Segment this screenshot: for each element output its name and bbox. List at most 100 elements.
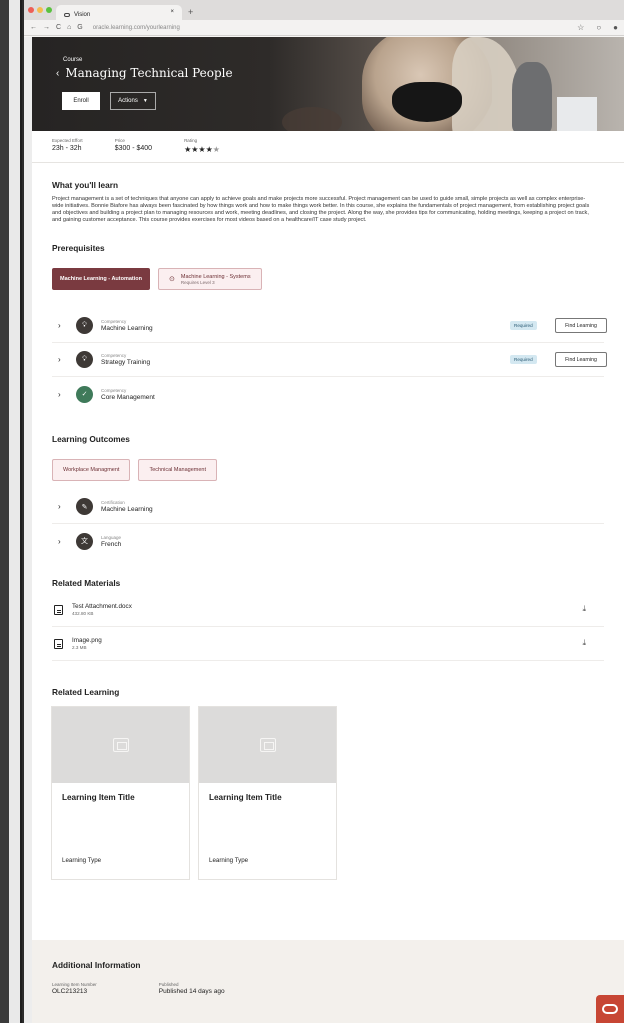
download-icon[interactable]: ⤓ xyxy=(582,638,586,648)
related-learning-cards: Learning Item Title Learning Type Learni… xyxy=(52,707,604,880)
learning-card[interactable]: Learning Item Title Learning Type xyxy=(52,707,189,880)
material-row[interactable]: Image.png 2.3 MB ⤓ xyxy=(52,627,604,662)
prereq-chip-systems[interactable]: ⊙ Machine Learning - Systems Requires Le… xyxy=(158,268,262,291)
competency-name: Machine Learning xyxy=(101,325,153,333)
bookmark-star-icon[interactable]: ☆ xyxy=(577,23,584,32)
outcome-row: › 文 Language French xyxy=(52,524,604,558)
course-title: Managing Technical People xyxy=(65,66,233,80)
competency-text: Competency Machine Learning xyxy=(101,319,153,332)
site-info-icon[interactable]: G xyxy=(77,24,82,31)
material-size: 2.3 MB xyxy=(72,645,87,651)
prerequisite-chips: Machine Learning - Automation ⊙ Machine … xyxy=(52,268,604,291)
competency-kind: Competency xyxy=(101,319,127,325)
item-number-value: OLC213213 xyxy=(52,988,88,995)
back-icon[interactable]: ‹ xyxy=(56,68,59,79)
related-learning-section: Related Learning Learning Item Title Lea… xyxy=(32,687,624,880)
material-filename: Test Attachment.docx xyxy=(72,603,132,611)
expand-chevron-icon[interactable]: › xyxy=(58,537,68,546)
learning-outcomes-heading: Learning Outcomes xyxy=(52,434,130,445)
outcome-text: Certification Machine Learning xyxy=(101,500,153,513)
file-icon xyxy=(54,638,63,649)
find-learning-button[interactable]: Find Learning xyxy=(555,318,607,334)
price-value: $300 - $400 xyxy=(114,145,153,152)
forward-nav-icon[interactable]: → xyxy=(43,24,50,31)
card-image-placeholder xyxy=(199,707,336,784)
outcome-kind: Certification xyxy=(101,500,125,506)
hero-text: Course ‹ Managing Technical People xyxy=(56,57,233,80)
related-learning-heading: Related Learning xyxy=(52,687,120,698)
find-learning-button[interactable]: Find Learning xyxy=(555,352,607,368)
prereq-chip-systems-sub: Requires Level 3 xyxy=(180,279,215,285)
outcome-kind: Language xyxy=(101,534,122,540)
new-tab-button[interactable]: + xyxy=(188,7,193,17)
extension-icon[interactable]: ○ xyxy=(596,23,601,32)
learning-outcomes-section: Learning Outcomes Workplace Managment Te… xyxy=(32,434,624,558)
url-field[interactable]: oracle.learning.com/yourlearning xyxy=(93,25,180,31)
profile-avatar-icon[interactable]: ● xyxy=(613,23,618,32)
enroll-button[interactable]: Enroll xyxy=(62,92,100,110)
competency-text: Competency Strategy Training xyxy=(101,353,150,366)
expand-chevron-icon[interactable]: › xyxy=(58,321,68,330)
published-value: Published 14 days ago xyxy=(158,988,225,995)
learning-card[interactable]: Learning Item Title Learning Type xyxy=(199,707,336,880)
site-favicon-icon xyxy=(64,12,70,17)
material-text: Image.png 2.3 MB xyxy=(72,637,102,650)
card-title: Learning Item Title xyxy=(62,793,135,803)
required-badge: Required xyxy=(510,355,537,365)
hero-title-row: ‹ Managing Technical People xyxy=(56,66,233,80)
download-icon[interactable]: ⤓ xyxy=(582,604,586,614)
hero-photo-monitor xyxy=(557,97,597,131)
hero-photo-mask xyxy=(392,82,462,122)
expand-chevron-icon[interactable]: › xyxy=(58,355,68,364)
actions-menu-button[interactable]: Actions ▼ xyxy=(110,92,156,110)
card-type: Learning Type xyxy=(62,857,102,865)
reload-icon[interactable]: C xyxy=(56,24,61,31)
outcome-list: › ✎ Certification Machine Learning › 文 L… xyxy=(52,490,604,558)
card-type: Learning Type xyxy=(209,857,249,865)
competency-text: Competency Core Management xyxy=(101,388,155,401)
browser-tab[interactable]: Vision × xyxy=(56,5,182,20)
expand-chevron-icon[interactable]: › xyxy=(58,502,68,511)
lightbulb-icon: 💡︎ xyxy=(76,317,93,335)
expand-chevron-icon[interactable]: › xyxy=(58,390,68,399)
published-label: Published xyxy=(158,982,179,987)
effort-label: Expected Effort xyxy=(52,138,83,143)
additional-information-heading: Additional Information xyxy=(52,960,141,970)
wrench-icon: ✎ xyxy=(76,498,93,516)
course-description: Project management is a set of technique… xyxy=(52,196,590,224)
close-window-button[interactable] xyxy=(28,7,34,13)
window-controls xyxy=(28,7,52,13)
material-text: Test Attachment.docx 432.80 KB xyxy=(72,603,132,616)
outcome-name: French xyxy=(101,540,122,548)
material-row[interactable]: Test Attachment.docx 432.80 KB ⤓ xyxy=(52,593,604,628)
competency-kind: Competency xyxy=(101,353,127,359)
home-icon[interactable]: ⌂ xyxy=(67,24,71,31)
rating: Rating ★★★★★ xyxy=(184,138,220,155)
what-you-learn-heading: What you'll learn xyxy=(52,180,119,190)
outcome-chip-technical[interactable]: Technical Management xyxy=(138,459,218,482)
browser-window: Vision × + ← → C ⌂ G oracle.learning.com… xyxy=(24,0,624,1023)
hero-photo-detail xyxy=(282,107,342,131)
price: Price $300 - $400 xyxy=(115,138,152,155)
actions-label: Actions xyxy=(118,98,138,104)
card-title: Learning Item Title xyxy=(209,793,282,803)
material-size: 432.80 KB xyxy=(72,611,94,617)
required-badge: Required xyxy=(510,321,537,331)
outcome-text: Language French xyxy=(101,535,121,548)
tab-title: Vision xyxy=(74,11,91,18)
tab-close-icon[interactable]: × xyxy=(170,9,174,20)
hero-photo-background-person xyxy=(512,62,552,131)
prereq-chip-automation[interactable]: Machine Learning - Automation xyxy=(52,268,150,291)
competency-row: › ✓ Competency Core Management xyxy=(52,377,604,411)
address-bar: ← → C ⌂ G oracle.learning.com/yourlearni… xyxy=(24,20,624,36)
image-placeholder-icon xyxy=(112,738,129,753)
material-filename: Image.png xyxy=(72,637,102,645)
maximize-window-button[interactable] xyxy=(46,7,52,13)
rating-stars: ★★★★★ xyxy=(184,145,220,154)
course-hero-banner: Course ‹ Managing Technical People Enrol… xyxy=(32,37,624,131)
published-info: Published Published 14 days ago xyxy=(159,982,225,995)
minimize-window-button[interactable] xyxy=(37,7,43,13)
oracle-assistant-button[interactable] xyxy=(596,995,624,1023)
outcome-chip-workplace[interactable]: Workplace Managment xyxy=(52,459,131,482)
back-nav-icon[interactable]: ← xyxy=(30,24,37,31)
